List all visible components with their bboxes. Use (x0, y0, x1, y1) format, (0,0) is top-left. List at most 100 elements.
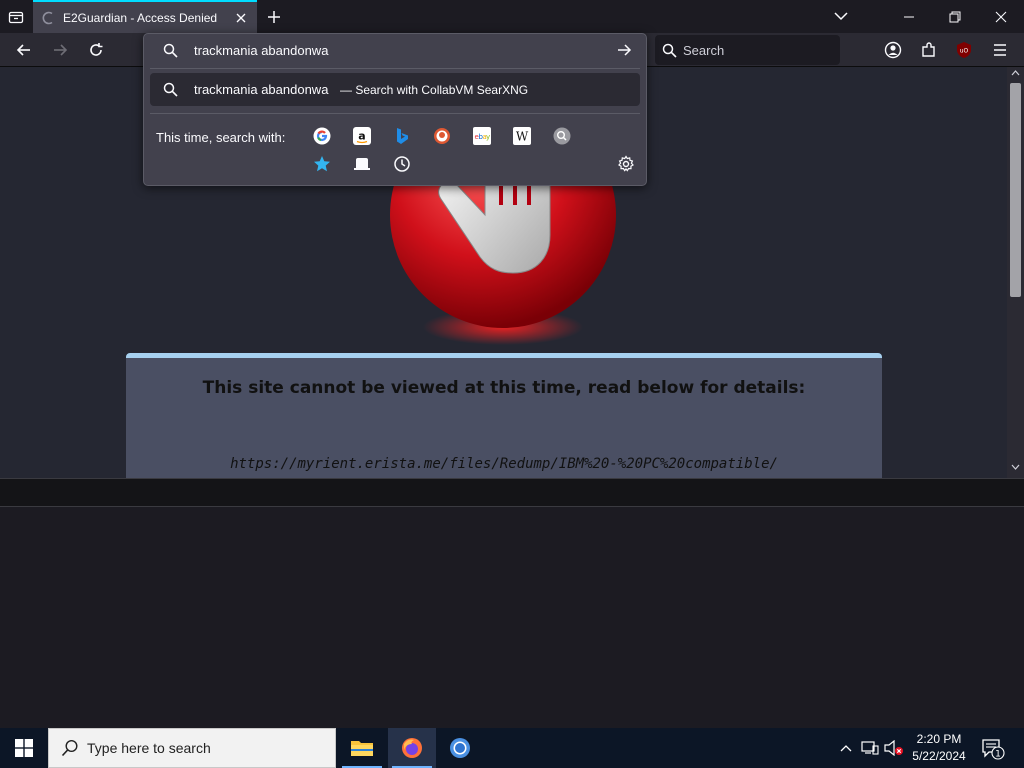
close-icon (995, 11, 1007, 22)
list-all-tabs-button[interactable] (829, 4, 853, 28)
extensions-button[interactable] (915, 37, 943, 63)
volume-muted-icon (884, 740, 903, 756)
urlbar-input[interactable]: trackmania abandonwa (144, 34, 646, 68)
chromium-icon (450, 738, 470, 758)
plus-icon (268, 11, 280, 23)
gear-icon (618, 155, 634, 172)
account-button[interactable] (879, 37, 907, 63)
bing-icon (397, 128, 408, 144)
extensions-icon (922, 42, 935, 57)
denied-headline: This site cannot be viewed at this time,… (202, 378, 806, 398)
engine-wikipedia-button[interactable]: W (508, 123, 536, 149)
forward-button[interactable] (46, 37, 74, 63)
tab-title: E2Guardian - Access Denied (63, 10, 218, 25)
search-icon (61, 739, 79, 757)
restore-icon (949, 11, 961, 22)
scroll-down-icon[interactable] (1011, 464, 1020, 470)
amazon-icon: a (353, 127, 371, 145)
svg-text:W: W (516, 130, 529, 144)
forward-icon (54, 44, 68, 56)
windows-taskbar: Type here to search 2:20 PM 5/22/2024 1 (0, 728, 1024, 768)
notification-icon: 1 (982, 739, 1005, 760)
svg-text:y: y (486, 133, 490, 141)
vertical-scrollbar[interactable] (1007, 67, 1024, 478)
search-settings-button[interactable] (612, 151, 640, 177)
ublock-icon: uO (957, 42, 971, 58)
engine-bing-button[interactable] (388, 123, 416, 149)
searxng-icon (553, 127, 571, 145)
tab-close-button[interactable] (229, 6, 253, 30)
chevron-down-icon (834, 12, 848, 21)
engine-ebay-button[interactable]: e b a y (468, 123, 496, 149)
engine-amazon-button[interactable]: a (348, 123, 376, 149)
search-suggestion-row[interactable]: trackmania abandonwa — Search with Colla… (150, 73, 640, 106)
search-icon (163, 82, 178, 101)
scroll-up-icon[interactable] (1011, 70, 1020, 76)
close-window-button[interactable] (978, 0, 1024, 33)
account-icon (884, 41, 902, 59)
engine-google-button[interactable] (308, 123, 336, 149)
bookmarks-icon (314, 156, 330, 172)
start-button[interactable] (0, 728, 48, 768)
tab-strip: E2Guardian - Access Denied (0, 0, 1024, 33)
taskbar-search-placeholder: Type here to search (87, 740, 211, 756)
tab-e2guardian[interactable]: E2Guardian - Access Denied (33, 0, 257, 33)
minimize-button[interactable] (886, 0, 932, 33)
tray-overflow-button[interactable] (836, 738, 856, 758)
scrollbar-thumb[interactable] (1010, 83, 1021, 297)
minimize-icon (904, 16, 914, 17)
folder-icon (351, 741, 373, 756)
taskbar-clock[interactable]: 2:20 PM 5/22/2024 (908, 731, 970, 765)
search-bar[interactable]: Search (655, 35, 840, 65)
engine-duckduckgo-button[interactable] (428, 123, 456, 149)
back-button[interactable] (10, 37, 38, 63)
search-placeholder: Search (683, 42, 725, 58)
divider (150, 68, 640, 69)
action-center-button[interactable]: 1 (980, 736, 1006, 762)
search-bookmarks-button[interactable] (308, 151, 336, 177)
suggestion-query: trackmania abandonwa (194, 82, 329, 97)
back-icon (16, 44, 30, 56)
chromium-taskbar-button[interactable] (436, 728, 484, 768)
google-icon (313, 127, 331, 145)
firefox-view-button[interactable] (4, 5, 28, 29)
reload-icon (90, 43, 103, 56)
notification-count: 1 (995, 749, 1001, 759)
network-button[interactable] (860, 738, 880, 758)
go-arrow-icon[interactable] (616, 42, 632, 62)
menu-button[interactable] (986, 37, 1014, 63)
taskbar-search-box[interactable]: Type here to search (48, 728, 336, 768)
chevron-up-icon (840, 745, 852, 752)
ebay-icon: e b a y (473, 127, 491, 145)
network-icon (861, 741, 879, 755)
volume-button[interactable] (884, 738, 904, 758)
clock-time: 2:20 PM (916, 732, 962, 746)
search-history-button[interactable] (388, 151, 416, 177)
menu-icon (994, 44, 1006, 56)
blocked-url: https://myrient.erista.me/files/Redump/I… (230, 456, 778, 472)
clock-date: 5/22/2024 (912, 749, 966, 763)
close-icon (236, 13, 246, 22)
firefox-taskbar-button[interactable] (388, 728, 436, 768)
search-icon (662, 43, 677, 58)
firefox-view-icon (8, 11, 24, 24)
divider (150, 113, 640, 114)
search-tabs-button[interactable] (348, 151, 376, 177)
reload-button[interactable] (82, 37, 110, 63)
firefox-icon (402, 738, 422, 758)
svg-text:uO: uO (960, 48, 969, 55)
search-icon (163, 43, 178, 62)
restore-button[interactable] (932, 0, 978, 33)
tabs-icon (354, 158, 370, 170)
urlbar-dropdown: trackmania abandonwa trackmania abandonw… (143, 33, 647, 186)
engine-searxng-button[interactable] (548, 123, 576, 149)
access-denied-panel: This site cannot be viewed at this time,… (126, 353, 882, 478)
windows-logo-icon (15, 739, 33, 757)
new-tab-button[interactable] (262, 5, 286, 29)
wikipedia-icon: W (513, 127, 531, 145)
urlbar-query[interactable]: trackmania abandonwa (194, 43, 328, 58)
devtools-strip (0, 478, 1024, 507)
ublock-button[interactable]: uO (950, 37, 978, 63)
file-explorer-button[interactable] (338, 728, 386, 768)
svg-text:a: a (358, 130, 365, 143)
